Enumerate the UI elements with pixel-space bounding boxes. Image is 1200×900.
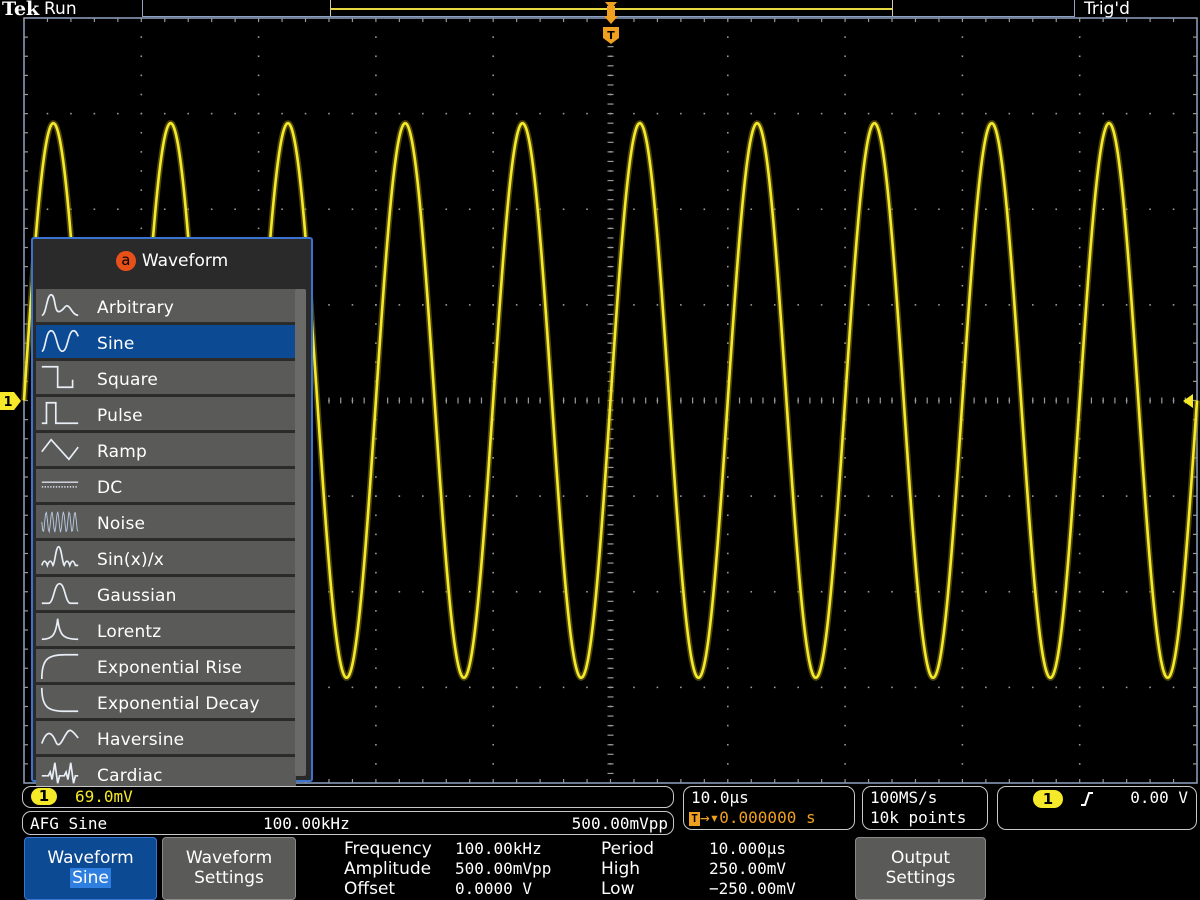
sample-rate: 100MS/s (870, 788, 938, 807)
output-settings-button[interactable]: Output Settings (855, 837, 986, 900)
trigger-marker-label: T (607, 29, 615, 42)
waveform-button-value: Sine (70, 868, 111, 888)
waveform-menu-item[interactable]: Arbitrary (36, 289, 296, 323)
waveform-menu-item[interactable]: Pulse (36, 397, 296, 431)
param-value: 10.000µs (709, 839, 787, 858)
horizontal-readout[interactable]: 10.0µs T →▾0.000000 s (683, 786, 855, 830)
waveform-menu-title-text: Waveform (141, 251, 229, 271)
lorentz-wave-icon (41, 618, 79, 641)
waveform-menu-item-label: Ramp (97, 442, 148, 462)
channel1-readout[interactable]: 1 69.0mV (22, 786, 674, 808)
waveform-menu-item-label: Lorentz (97, 622, 162, 642)
afg-waveform: Sine (68, 814, 108, 833)
waveform-menu-item-label: Arbitrary (97, 298, 175, 318)
gaussian-wave-icon (41, 582, 79, 605)
afg-frequency: 100.00kHz (263, 814, 350, 833)
channel1-marker-label: 1 (3, 395, 12, 410)
acquisition-readout[interactable]: 100MS/s 10k points (862, 786, 988, 830)
waveform-settings-button[interactable]: Waveform Settings (162, 837, 296, 900)
waveform-menu-item[interactable]: Gaussian (36, 577, 296, 611)
waveform-menu-item[interactable]: Haversine (36, 721, 296, 755)
waveform-button[interactable]: Waveform Sine (24, 837, 157, 900)
waveform-menu-item[interactable]: Noise (36, 505, 296, 539)
waveform-menu-item[interactable]: Lorentz (36, 613, 296, 647)
output-settings-label-1: Output (890, 848, 951, 868)
waveform-button-label: Waveform (47, 848, 134, 868)
haversine-wave-icon (41, 729, 79, 746)
param-value: 0.0000 V (455, 879, 533, 898)
horizontal-scale: 10.0µs (691, 788, 749, 807)
trigger-level: 0.00 V (1130, 788, 1188, 807)
waveform-menu-item-label: Pulse (97, 406, 143, 426)
pulse-wave-icon (41, 401, 79, 425)
trigger-source-badge: 1 (1033, 790, 1063, 808)
waveform-menu-item[interactable]: DC (36, 469, 296, 503)
waveform-menu: a Waveform Arbitrary Sine Square Pulse Ramp DC… (31, 237, 313, 791)
waveform-menu-item-label: Square (97, 370, 159, 390)
horizontal-delay: 0.000000 s (719, 808, 816, 827)
afg-label: AFG (30, 814, 59, 833)
param-label: Offset (344, 879, 396, 899)
exp-decay-wave-icon (40, 687, 79, 713)
param-value: 250.00mV (709, 859, 787, 878)
trigger-position-marker[interactable]: T (603, 2, 619, 44)
waveform-menu-item-label: Exponential Rise (97, 658, 242, 678)
param-label: Frequency (344, 839, 432, 859)
waveform-menu-item-label: Sin(x)/x (97, 550, 165, 570)
ramp-wave-icon (41, 438, 79, 461)
channel1-scale: 69.0mV (75, 787, 133, 806)
waveform-menu-title: a Waveform (33, 251, 311, 271)
rising-edge-icon (1081, 792, 1093, 806)
noise-wave-icon (41, 510, 79, 534)
param-value: −250.00mV (709, 879, 796, 898)
waveform-menu-item-label: Exponential Decay (97, 694, 260, 714)
waveform-menu-item-label: DC (97, 478, 123, 498)
cardiac-wave-icon (41, 762, 79, 784)
param-value: 500.00mVpp (455, 859, 552, 878)
param-value: 100.00kHz (455, 839, 542, 858)
param-label: Amplitude (344, 859, 432, 879)
param-label: Period (601, 839, 655, 859)
output-settings-label-2: Settings (885, 868, 956, 888)
param-label: Low (601, 879, 635, 899)
waveform-settings-label-1: Waveform (185, 848, 273, 868)
waveform-menu-item-label: Cardiac (97, 766, 163, 786)
waveform-list-scrollbar[interactable] (295, 289, 306, 776)
square-wave-icon (41, 365, 74, 389)
waveform-menu-item[interactable]: Sine (36, 325, 296, 359)
trigger-readout[interactable]: 1 0.00 V (997, 786, 1197, 830)
afg-amplitude: 500.00mVpp (571, 814, 668, 833)
afg-badge-icon: a (115, 251, 136, 271)
trigger-t-small-icon: T (689, 812, 700, 826)
waveform-menu-item[interactable]: Square (36, 361, 296, 395)
arbitrary-wave-icon (41, 293, 79, 317)
waveform-menu-item-label: Noise (97, 514, 146, 534)
waveform-settings-label-2: Settings (194, 868, 264, 888)
trigger-level-marker[interactable] (1183, 394, 1193, 408)
waveform-menu-item-label: Gaussian (97, 586, 177, 606)
waveform-menu-item[interactable]: Exponential Rise (36, 649, 296, 683)
waveform-menu-item-label: Haversine (97, 730, 185, 750)
channel1-badge: 1 (31, 788, 57, 805)
channel1-ground-marker[interactable]: 1 (0, 392, 21, 410)
afg-readout[interactable]: AFG Sine 100.00kHz 500.00mVpp (22, 811, 674, 835)
param-label: High (601, 859, 641, 879)
record-length: 10k points (870, 808, 967, 827)
sine-wave-icon (41, 329, 79, 353)
waveform-list: Arbitrary Sine Square Pulse Ramp DC Noise Sin(x… (36, 289, 296, 793)
dc-wave-icon (41, 481, 79, 488)
waveform-menu-item[interactable]: Exponential Decay (36, 685, 296, 719)
waveform-menu-item-label: Sine (97, 334, 135, 354)
exp-rise-wave-icon (40, 653, 79, 680)
waveform-menu-item[interactable]: Sin(x)/x (36, 541, 296, 575)
waveform-menu-item[interactable]: Ramp (36, 433, 296, 467)
sinc-wave-icon (41, 545, 79, 569)
delay-arrow-icon: →▾ (700, 808, 720, 827)
